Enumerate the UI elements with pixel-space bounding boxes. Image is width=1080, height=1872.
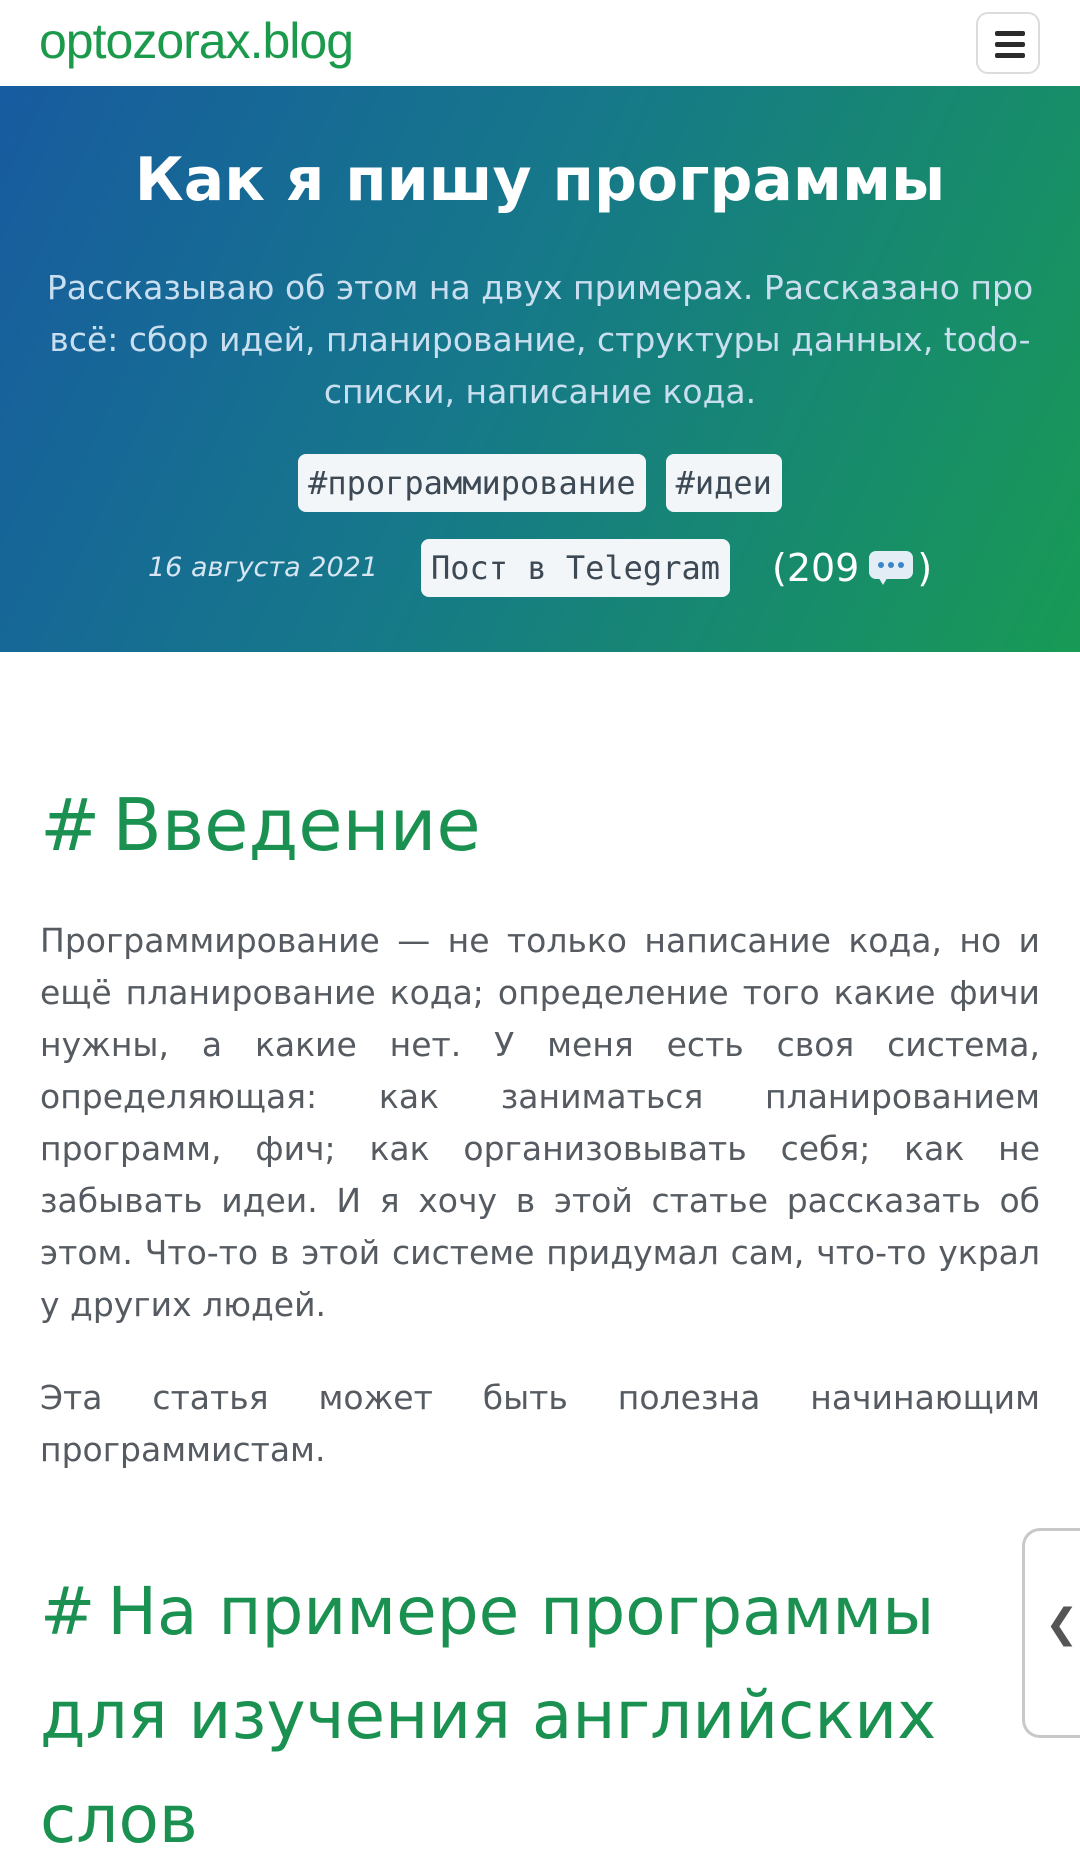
section-heading-example: # На примере программы для изучения англи… (40, 1560, 1040, 1872)
site-logo[interactable]: optozorax.blog (39, 6, 354, 76)
chevron-left-icon: ❮ (1045, 1601, 1079, 1647)
section-heading-intro-text: Введение (112, 783, 481, 867)
post-title: Как я пишу программы (134, 145, 946, 215)
section-heading-example-text: На примере программы для изучения англий… (40, 1573, 937, 1858)
telegram-post-link[interactable]: Пост в Telegram (421, 539, 730, 597)
tag-list: #программирование #идеи (0, 454, 1080, 512)
side-panel-tab[interactable]: ❮ (1022, 1528, 1080, 1738)
post-meta: 16 августа 2021 Пост в Telegram (209) (0, 538, 1080, 598)
speech-bubble-icon (869, 551, 914, 585)
comment-count-text: (209 (772, 546, 860, 590)
heading-anchor[interactable]: # (40, 783, 100, 867)
top-bar: optozorax.blog (0, 0, 1080, 87)
section-heading-intro: # Введение (40, 780, 481, 870)
intro-paragraph-1: Программирование — не только написание к… (40, 921, 1040, 1324)
heading-anchor[interactable]: # (40, 1573, 95, 1650)
post-date: 16 августа 2021 (148, 552, 378, 583)
hero-banner: Как я пишу программы Рассказываю об этом… (0, 86, 1080, 652)
tag-ideas[interactable]: #идеи (665, 454, 782, 512)
post-subtitle: Рассказываю об этом на двух примерах. Ра… (46, 268, 1034, 411)
intro-paragraph-2: Эта статья может быть полезна начинающим… (40, 1378, 1040, 1469)
tag-programming[interactable]: #программирование (298, 454, 646, 512)
menu-button[interactable] (976, 12, 1040, 74)
comment-count[interactable]: (209) (772, 538, 932, 598)
comment-count-close: ) (917, 546, 933, 590)
